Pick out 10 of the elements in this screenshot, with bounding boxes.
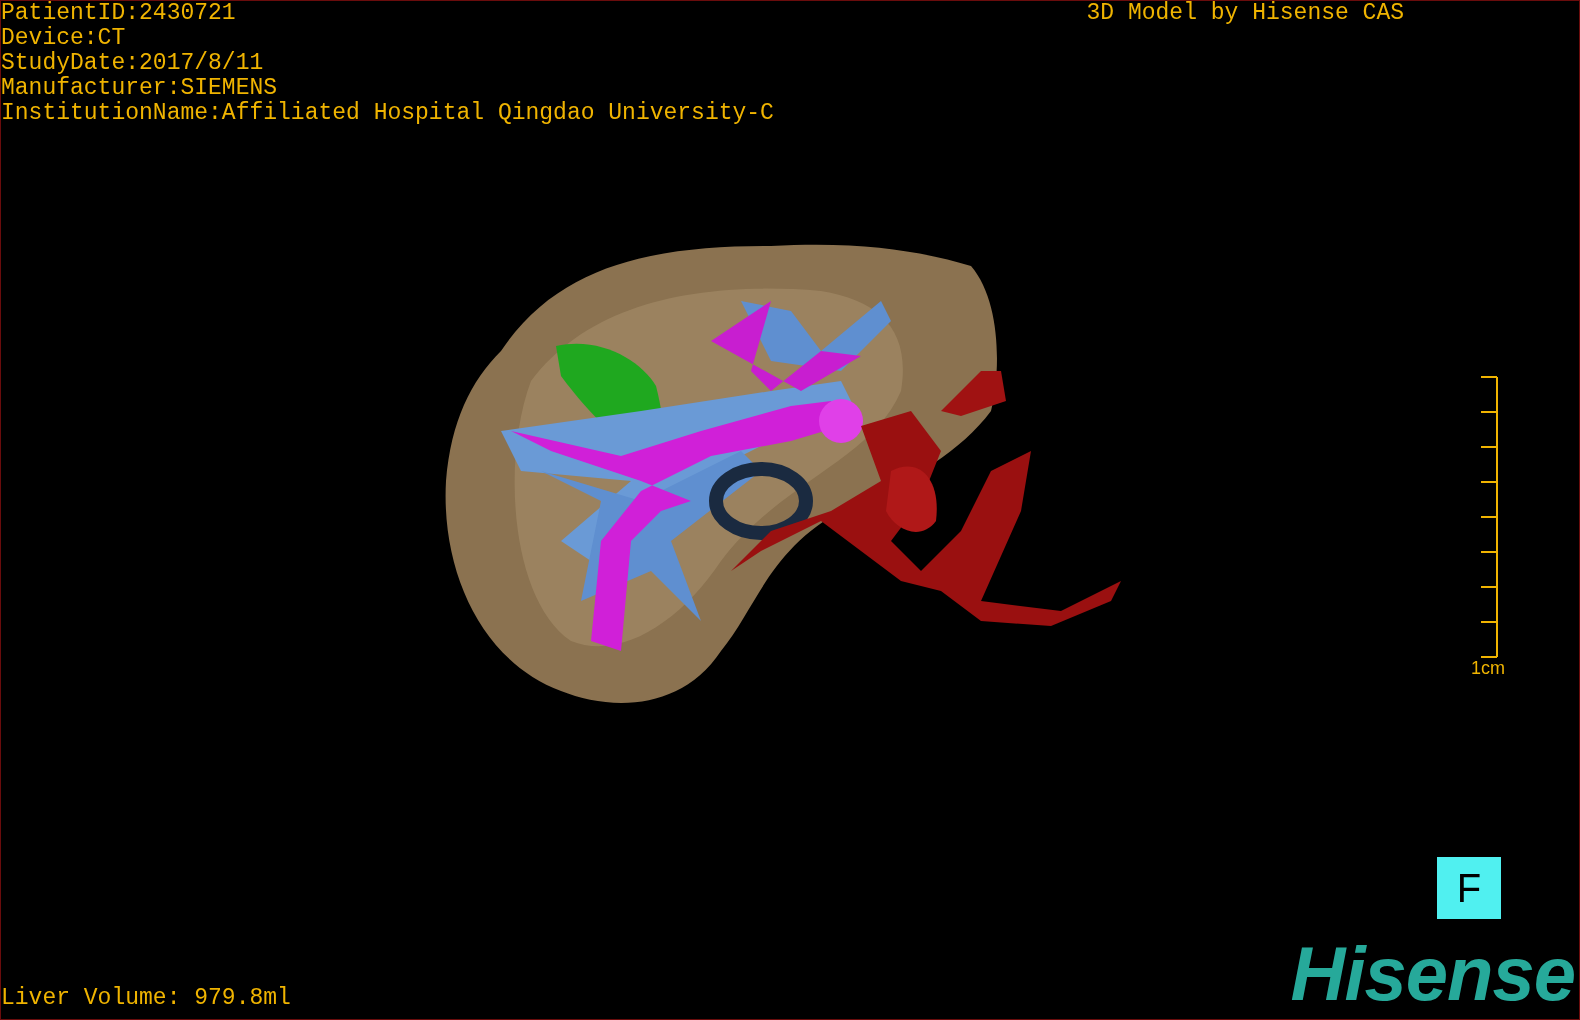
liver-volume-text: Liver Volume: 979.8ml — [1, 986, 291, 1011]
brand-logo: Hisense — [1290, 939, 1575, 1009]
orientation-marker[interactable]: F — [1437, 857, 1501, 919]
patient-info-text: StudyDate:2017/8/11 — [1, 51, 265, 76]
patient-info-text: PatientID:2430721 — [1, 1, 237, 26]
patient-info-text: Manufacturer:SIEMENS — [1, 76, 279, 101]
scale-label: 1cm — [1471, 658, 1505, 679]
patient-info-text: Device:CT — [1, 26, 127, 51]
model-title: 3D Model by Hisense CAS — [1086, 1, 1404, 26]
patient-info-text: InstitutionName:Affiliated Hospital Qingdao University-C — [1, 101, 774, 126]
